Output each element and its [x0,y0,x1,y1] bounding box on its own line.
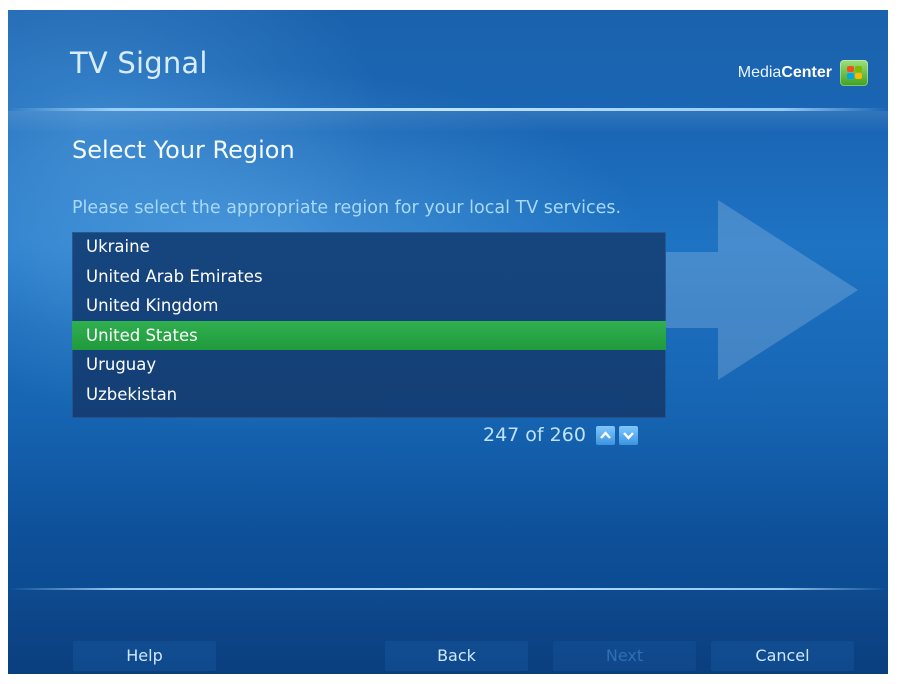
page-up-button[interactable] [595,425,615,445]
region-item[interactable]: Uruguay [72,350,666,380]
page-up-icon [600,430,611,439]
media-center-screen: TV Signal MediaCenter Select Your Region… [8,10,888,674]
region-item[interactable]: United Kingdom [72,291,666,321]
page-down-icon [623,431,634,440]
media-center-logo: MediaCenter [738,60,868,86]
header-glow [8,111,888,133]
cancel-button[interactable]: Cancel [711,641,854,671]
windows-flag-icon [840,60,868,86]
pager-count: 247 of 260 [483,424,586,446]
region-item[interactable]: Ukraine [72,232,666,262]
help-button[interactable]: Help [73,641,216,671]
back-button[interactable]: Back [385,641,528,671]
region-item[interactable]: United States [72,320,666,350]
brand-text-bold: Center [781,64,832,81]
region-item[interactable]: Uzbekistan [72,380,666,410]
region-list[interactable]: Ukraine United Arab Emirates United Kingdo… [72,232,666,418]
brand-text-light: Media [737,64,782,81]
brand-text: MediaCenter [738,64,832,82]
page-down-button[interactable] [618,425,638,445]
list-pager: 247 of 260 [483,424,638,446]
instructions-text: Please select the appropriate region for… [72,198,622,218]
region-item[interactable]: United Arab Emirates [72,262,666,292]
section-title: Select Your Region [72,136,295,164]
page-title: TV Signal [70,46,208,80]
next-button: Next [553,641,696,671]
